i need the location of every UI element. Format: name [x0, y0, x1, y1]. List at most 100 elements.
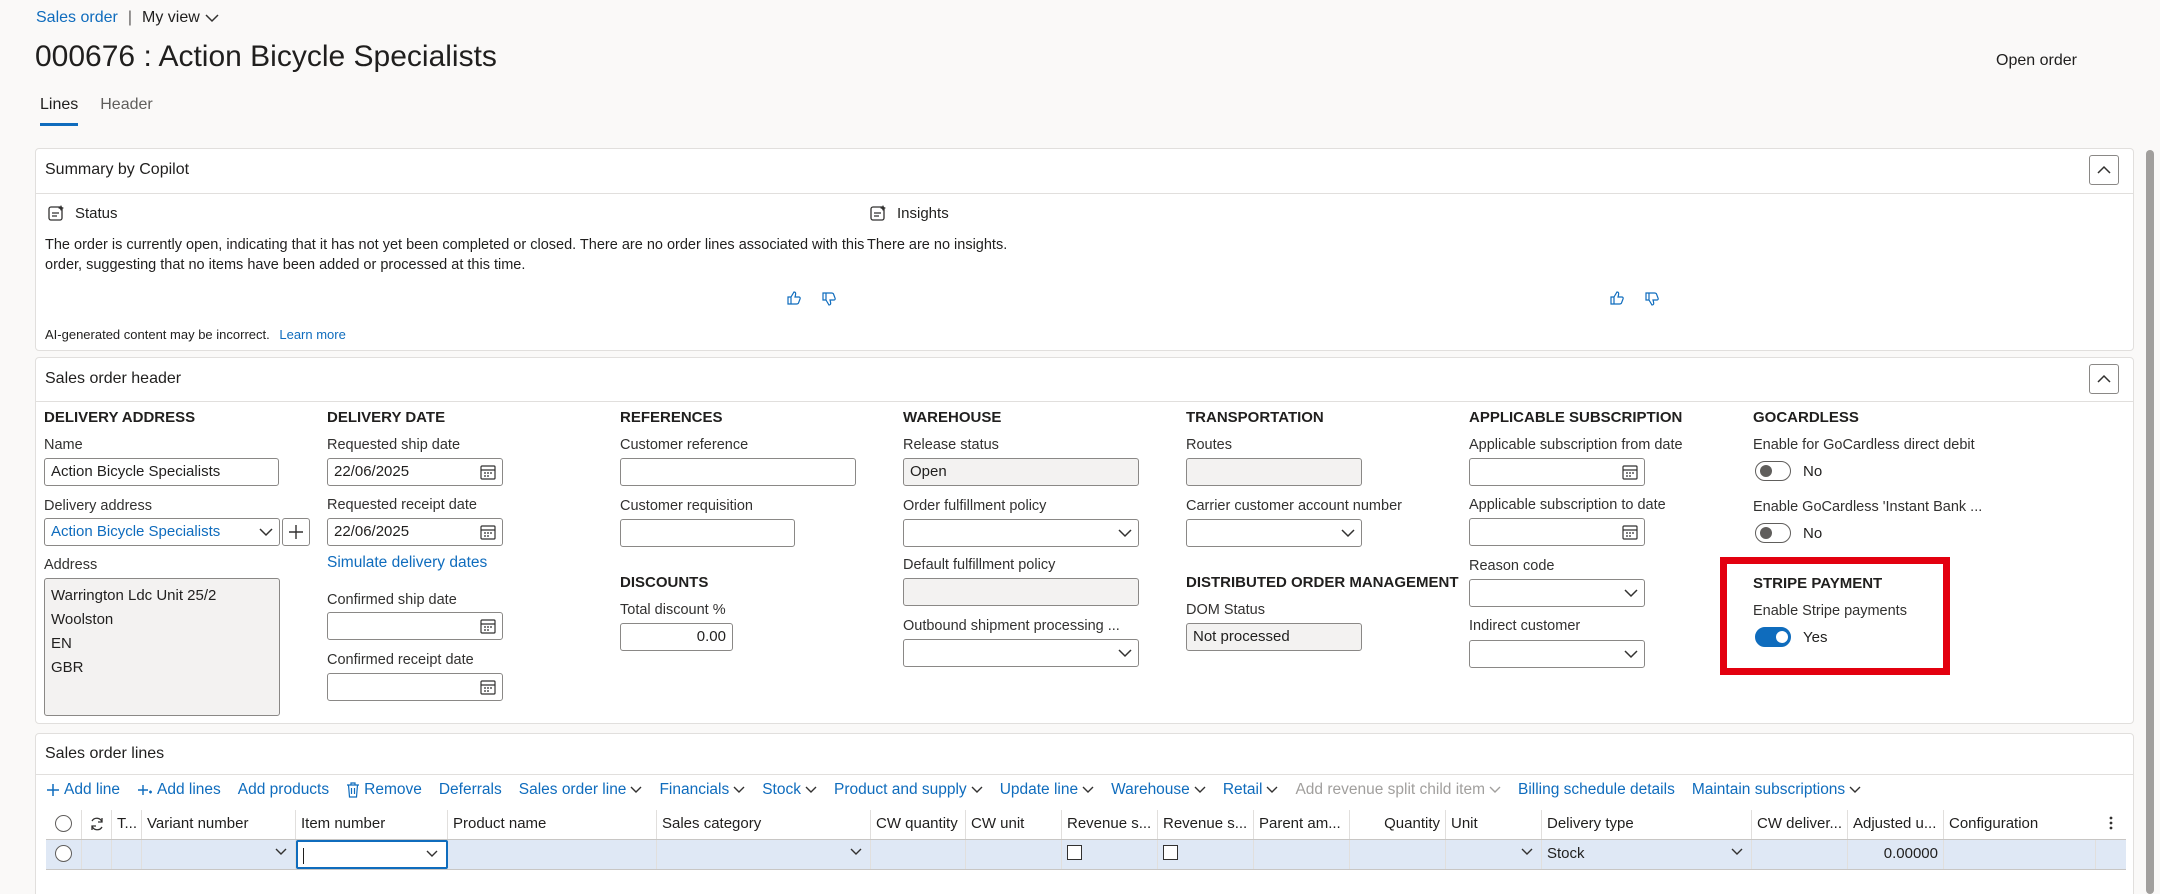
- refresh-cell[interactable]: [82, 810, 112, 839]
- col-header-revenue-split-1[interactable]: Revenue s...: [1062, 810, 1158, 839]
- cell-cw-unit[interactable]: [966, 840, 1062, 869]
- calendar-icon[interactable]: [1622, 464, 1638, 480]
- calendar-icon[interactable]: [480, 618, 496, 634]
- add-lines-button[interactable]: Add lines: [137, 781, 221, 799]
- page-scrollbar[interactable]: [2146, 150, 2154, 894]
- add-revenue-split-child-item-menu[interactable]: Add revenue split child item: [1295, 781, 1501, 799]
- stripe-enable-toggle[interactable]: [1755, 627, 1791, 647]
- add-address-button[interactable]: [282, 518, 310, 546]
- collapse-copilot-button[interactable]: [2089, 155, 2119, 185]
- cell-product-name[interactable]: [448, 840, 657, 869]
- row-select-radio-cell[interactable]: [46, 840, 82, 869]
- carrier-account-dropdown[interactable]: [1186, 519, 1362, 547]
- confirmed-ship-date-field[interactable]: [327, 612, 503, 640]
- subscription-from-date-field[interactable]: [1469, 458, 1645, 486]
- col-header-configuration[interactable]: Configuration: [1944, 810, 2096, 839]
- warehouse-menu[interactable]: Warehouse: [1111, 781, 1206, 799]
- insights-thumbs-up-icon[interactable]: [1609, 290, 1625, 306]
- calendar-icon[interactable]: [480, 464, 496, 480]
- retail-menu[interactable]: Retail: [1223, 781, 1279, 799]
- total-discount-field[interactable]: 0.00: [620, 623, 733, 651]
- cell-configuration[interactable]: [1944, 840, 2096, 869]
- table-row[interactable]: Stock 0.00000: [46, 840, 2126, 870]
- cell-sales-category[interactable]: [657, 840, 871, 869]
- customer-requisition-field[interactable]: [620, 519, 795, 547]
- billing-schedule-details-button[interactable]: Billing schedule details: [1518, 781, 1675, 799]
- col-header-revenue-split-2[interactable]: Revenue s...: [1158, 810, 1254, 839]
- cell-unit[interactable]: [1446, 840, 1542, 869]
- revenue-split-1-checkbox[interactable]: [1067, 845, 1082, 860]
- sales-order-line-menu[interactable]: Sales order line: [519, 781, 643, 799]
- col-header-type[interactable]: T...: [112, 810, 142, 839]
- tab-lines[interactable]: Lines: [40, 96, 79, 126]
- routes-field[interactable]: [1186, 458, 1362, 486]
- calendar-icon[interactable]: [480, 679, 496, 695]
- financials-menu[interactable]: Financials: [659, 781, 745, 799]
- cell-parent-amount[interactable]: [1254, 840, 1350, 869]
- add-products-button[interactable]: Add products: [238, 781, 329, 799]
- simulate-delivery-dates-link[interactable]: Simulate delivery dates: [327, 554, 487, 572]
- order-fulfillment-policy-dropdown[interactable]: [903, 519, 1139, 547]
- remove-button[interactable]: Remove: [346, 781, 422, 799]
- release-status-field[interactable]: Open: [903, 458, 1139, 486]
- gocardless-direct-debit-toggle[interactable]: [1755, 461, 1791, 481]
- deferrals-button[interactable]: Deferrals: [439, 781, 502, 799]
- col-header-cw-unit[interactable]: CW unit: [966, 810, 1062, 839]
- delivery-address-dropdown[interactable]: Action Bicycle Specialists: [44, 518, 280, 546]
- reason-code-dropdown[interactable]: [1469, 579, 1645, 607]
- default-fulfillment-policy-field[interactable]: [903, 578, 1139, 606]
- learn-more-link[interactable]: Learn more: [279, 327, 345, 342]
- calendar-icon[interactable]: [1622, 524, 1638, 540]
- refresh-icon[interactable]: [89, 816, 105, 832]
- cell-variant-number[interactable]: [142, 840, 296, 869]
- row-select-radio[interactable]: [55, 845, 72, 862]
- requested-receipt-date-field[interactable]: 22/06/2025: [327, 518, 503, 546]
- status-thumbs-down-icon[interactable]: [821, 291, 837, 307]
- subscription-to-date-field[interactable]: [1469, 518, 1645, 546]
- status-thumbs-up-icon[interactable]: [786, 290, 802, 306]
- insights-thumbs-down-icon[interactable]: [1644, 291, 1660, 307]
- cell-cw-quantity[interactable]: [871, 840, 966, 869]
- col-header-unit[interactable]: Unit: [1446, 810, 1542, 839]
- collapse-header-button[interactable]: [2089, 364, 2119, 394]
- col-header-product-name[interactable]: Product name: [448, 810, 657, 839]
- column-options-button[interactable]: [2096, 810, 2126, 839]
- cell-item-number-input[interactable]: [296, 840, 448, 869]
- col-header-parent-amount[interactable]: Parent am...: [1254, 810, 1350, 839]
- cell-revenue-split-2[interactable]: [1158, 840, 1254, 869]
- stock-menu[interactable]: Stock: [762, 781, 817, 799]
- dom-status-field[interactable]: Not processed: [1186, 623, 1362, 651]
- col-header-item-number[interactable]: Item number: [296, 810, 448, 839]
- col-header-sales-category[interactable]: Sales category: [657, 810, 871, 839]
- cell-delivery-type[interactable]: Stock: [1542, 840, 1752, 869]
- select-all-radio-cell[interactable]: [46, 810, 82, 839]
- maintain-subscriptions-menu[interactable]: Maintain subscriptions: [1692, 781, 1861, 799]
- product-and-supply-menu[interactable]: Product and supply: [834, 781, 983, 799]
- select-all-radio[interactable]: [55, 815, 72, 832]
- revenue-split-2-checkbox[interactable]: [1163, 845, 1178, 860]
- col-header-delivery-type[interactable]: Delivery type: [1542, 810, 1752, 839]
- customer-reference-field[interactable]: [620, 458, 856, 486]
- outbound-shipment-dropdown[interactable]: [903, 639, 1139, 667]
- cell-revenue-split-1[interactable]: [1062, 840, 1158, 869]
- col-header-quantity[interactable]: Quantity: [1350, 810, 1446, 839]
- update-line-menu[interactable]: Update line: [1000, 781, 1094, 799]
- calendar-icon[interactable]: [480, 524, 496, 540]
- col-header-adjusted-unit-price[interactable]: Adjusted u...: [1848, 810, 1944, 839]
- requested-ship-date-field[interactable]: 22/06/2025: [327, 458, 503, 486]
- cell-quantity[interactable]: [1350, 840, 1446, 869]
- col-header-variant-number[interactable]: Variant number: [142, 810, 296, 839]
- col-header-cw-quantity[interactable]: CW quantity: [871, 810, 966, 839]
- add-line-button[interactable]: Add line: [46, 781, 120, 799]
- tab-header[interactable]: Header: [100, 96, 152, 126]
- cell-cw-delivery[interactable]: [1752, 840, 1848, 869]
- breadcrumb-sales-order-link[interactable]: Sales order: [36, 9, 118, 27]
- confirmed-receipt-date-field[interactable]: [327, 673, 503, 701]
- indirect-customer-dropdown[interactable]: [1469, 640, 1645, 668]
- my-view-dropdown[interactable]: My view: [142, 9, 219, 27]
- cell-adjusted-unit-price[interactable]: 0.00000: [1848, 840, 1944, 869]
- col-header-cw-delivery[interactable]: CW deliver...: [1752, 810, 1848, 839]
- name-field[interactable]: Action Bicycle Specialists: [44, 458, 279, 486]
- open-order-status[interactable]: Open order: [1996, 52, 2077, 70]
- address-textarea[interactable]: Warrington Ldc Unit 25/2 Woolston EN GBR: [44, 578, 280, 716]
